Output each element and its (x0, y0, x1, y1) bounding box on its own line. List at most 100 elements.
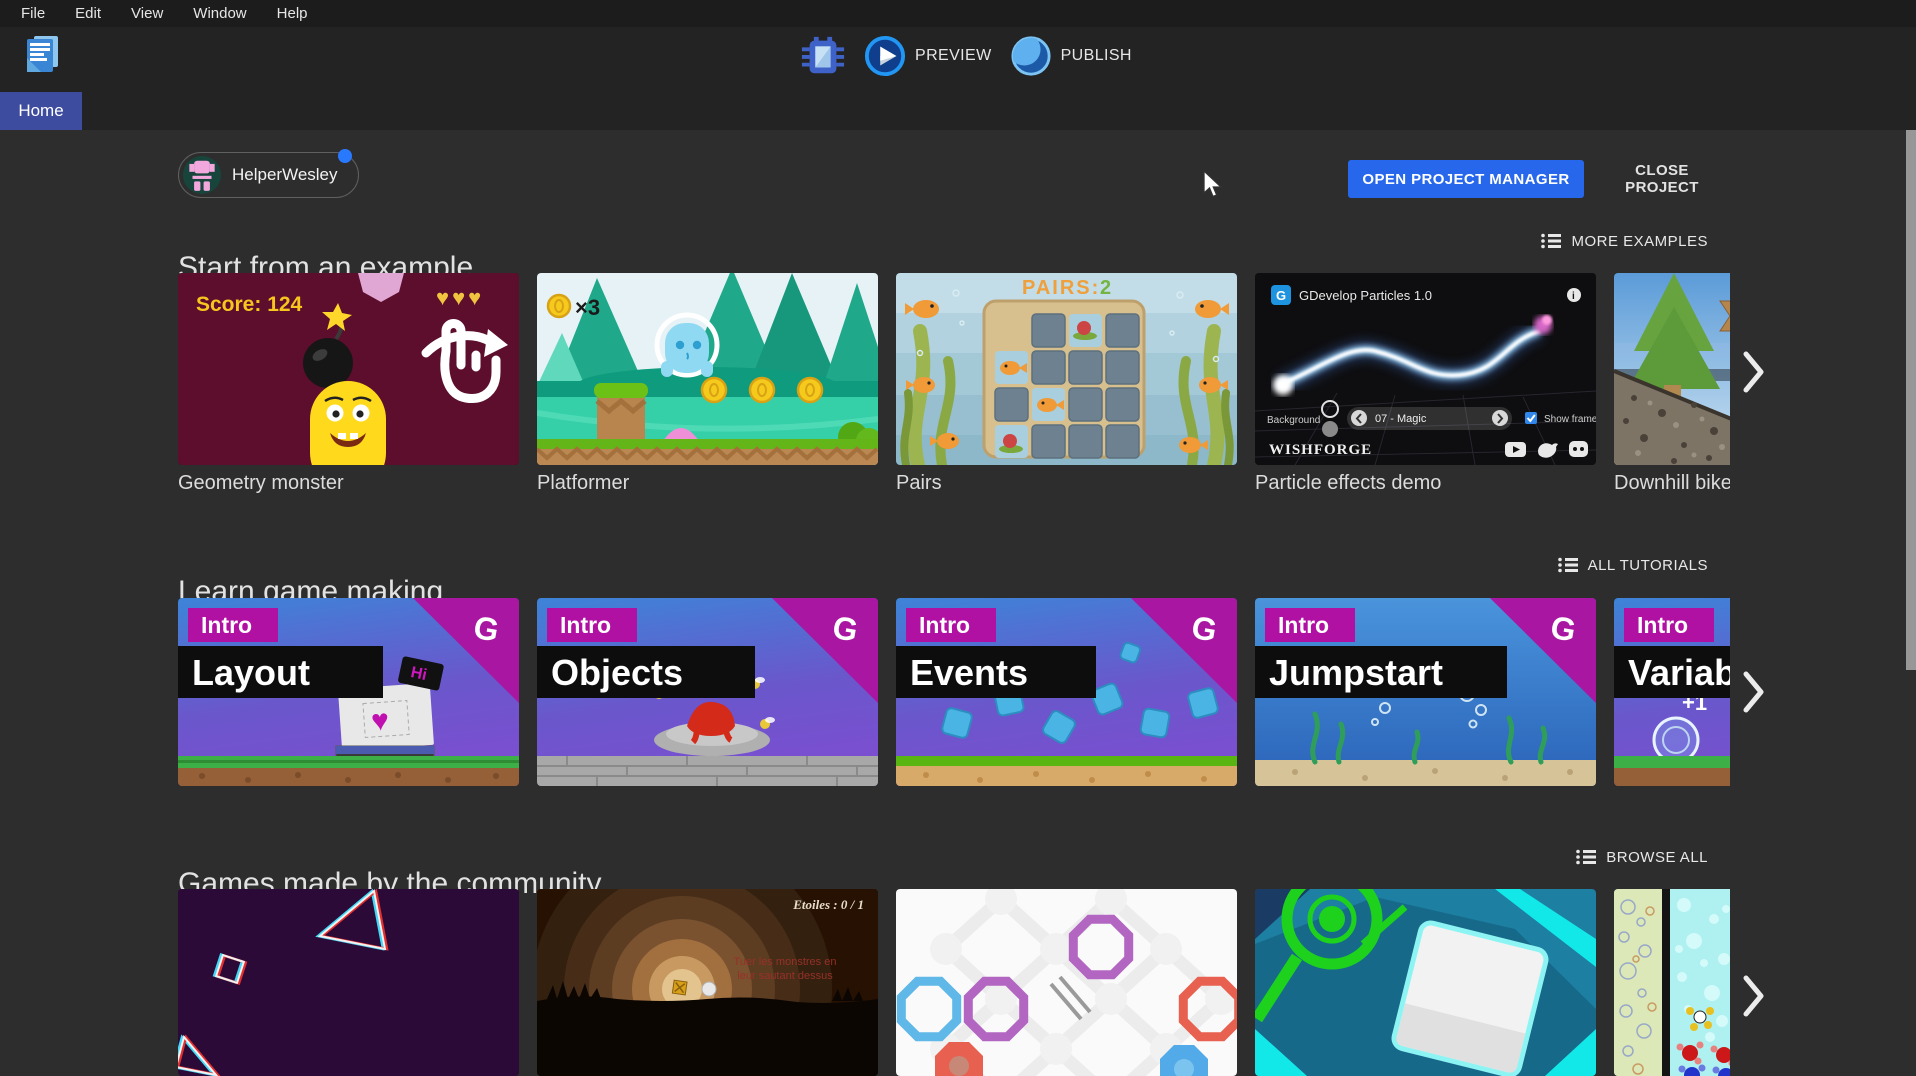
tutorial-card-events[interactable]: G Intro Events (896, 598, 1237, 786)
close-project-button[interactable]: CLOSE PROJECT (1592, 160, 1732, 198)
menu-item-file[interactable]: File (8, 3, 58, 24)
menu-item-view[interactable]: View (118, 3, 176, 24)
tutorial-variables-thumbnail: G +1 Intro Variables (1614, 598, 1730, 786)
debug-icon (800, 34, 846, 78)
open-project-manager-label: OPEN PROJECT MANAGER (1362, 171, 1569, 188)
community-card-4[interactable] (1255, 889, 1596, 1076)
example-card-platformer[interactable]: ×3 (537, 273, 878, 465)
community-game-2-thumbnail: Tuer les monstres en leur sautant dessus… (537, 889, 878, 1076)
example-card-particle-effects[interactable]: G GDevelop Particles 1.0 i Background 07… (1255, 273, 1596, 465)
community-game-4-thumbnail (1255, 889, 1596, 1076)
tutorials-row: G ♥ Hi Intro (0, 598, 1730, 786)
example-card-downhill-bike[interactable]: G (1614, 273, 1730, 465)
gdevelop-window: File Edit View Window Help (0, 0, 1916, 1076)
all-tutorials-label: ALL TUTORIALS (1588, 557, 1708, 574)
card-label: Particle effects demo (1255, 472, 1600, 495)
svg-text:Show frame: Show frame (1544, 414, 1596, 425)
menu-item-window[interactable]: Window (180, 3, 259, 24)
card-label: Pairs (896, 472, 1241, 495)
community-card-1[interactable] (178, 889, 519, 1076)
svg-text:Tuer les monstres en: Tuer les monstres en (734, 956, 837, 968)
open-project-manager-button[interactable]: OPEN PROJECT MANAGER (1348, 160, 1584, 198)
pairs-thumbnail: PAIRS: 2 (896, 273, 1237, 465)
svg-text:Etoiles : 0 / 1: Etoiles : 0 / 1 (792, 897, 864, 912)
svg-text:Variables: Variables (1628, 652, 1730, 693)
platformer-thumbnail: ×3 (537, 273, 878, 465)
community-game-1-thumbnail (178, 889, 519, 1076)
tutorial-card-jumpstart[interactable]: G Intro Jumpstart (1255, 598, 1596, 786)
play-icon (864, 35, 906, 77)
tutorial-jumpstart-thumbnail: G Intro Jumpstart (1255, 598, 1596, 786)
publish-label: PUBLISH (1061, 47, 1132, 65)
svg-text:♥: ♥ (370, 704, 390, 738)
vertical-scrollbar[interactable] (1906, 130, 1916, 670)
notification-dot (338, 149, 352, 163)
tab-home[interactable]: Home (0, 92, 82, 130)
card-label: Downhill bike (1614, 472, 1730, 495)
avatar (183, 156, 221, 194)
example-card-pairs[interactable]: PAIRS: 2 (896, 273, 1237, 465)
svg-text:♥♥♥: ♥♥♥ (436, 285, 484, 310)
preview-label: PREVIEW (915, 47, 992, 65)
tutorial-events-thumbnail: G Intro Events (896, 598, 1237, 786)
svg-text:Events: Events (910, 652, 1028, 693)
browse-all-label: BROWSE ALL (1606, 849, 1708, 866)
svg-text:Objects: Objects (551, 652, 683, 693)
svg-text:Score: 124: Score: 124 (196, 293, 303, 316)
svg-text:PAIRS:: PAIRS: (1022, 277, 1100, 299)
gdevelop-logo-icon[interactable] (22, 34, 62, 74)
svg-text:Background: Background (1267, 415, 1320, 426)
list-icon (1558, 557, 1578, 573)
more-examples-label: MORE EXAMPLES (1571, 233, 1708, 250)
svg-text:Intro: Intro (201, 612, 252, 638)
svg-text:WISHFORGE: WISHFORGE (1269, 442, 1372, 458)
tutorial-card-layout[interactable]: G ♥ Hi Intro (178, 598, 519, 786)
svg-text:i: i (1572, 291, 1575, 302)
close-project-label: CLOSE PROJECT (1598, 162, 1726, 196)
menu-bar: File Edit View Window Help (0, 0, 1916, 27)
more-examples-button[interactable]: MORE EXAMPLES (1535, 230, 1714, 252)
particle-effects-thumbnail: G GDevelop Particles 1.0 i Background 07… (1255, 273, 1596, 465)
examples-row: Score: 124 ♥♥♥ (0, 273, 1730, 510)
username: HelperWesley (232, 165, 338, 185)
publish-icon (1010, 35, 1052, 77)
geometry-monster-thumbnail: Score: 124 ♥♥♥ (178, 273, 519, 465)
all-tutorials-button[interactable]: ALL TUTORIALS (1552, 554, 1714, 576)
community-game-3-thumbnail (896, 889, 1237, 1076)
card-label: Platformer (537, 472, 882, 495)
list-icon (1541, 233, 1561, 249)
tutorial-layout-thumbnail: G ♥ Hi Intro (178, 598, 519, 786)
tutorial-card-variables[interactable]: G +1 Intro Variables (1614, 598, 1730, 786)
svg-text:Intro: Intro (919, 612, 970, 638)
toolbar-center: PREVIEW PUBLISH (800, 32, 1132, 80)
svg-text:Jumpstart: Jumpstart (1269, 652, 1443, 693)
tab-home-label: Home (18, 101, 63, 121)
example-card-geometry-monster[interactable]: Score: 124 ♥♥♥ (178, 273, 519, 465)
tutorial-card-objects[interactable]: G Intro Objects (537, 598, 878, 786)
community-card-3[interactable] (896, 889, 1237, 1076)
community-row: Tuer les monstres en leur sautant dessus… (0, 889, 1730, 1076)
list-icon (1576, 849, 1596, 865)
svg-text:GDevelop Particles 1.0: GDevelop Particles 1.0 (1299, 288, 1432, 303)
browse-all-button[interactable]: BROWSE ALL (1570, 846, 1714, 868)
publish-button[interactable]: PUBLISH (1010, 35, 1132, 77)
tutorials-next-button[interactable] (1742, 670, 1766, 714)
community-card-5[interactable] (1614, 889, 1730, 1076)
tutorial-objects-thumbnail: G Intro Objects (537, 598, 878, 786)
svg-text:G: G (1276, 288, 1286, 303)
community-next-button[interactable] (1742, 974, 1766, 1018)
debug-button[interactable] (800, 34, 846, 78)
preview-button[interactable]: PREVIEW (864, 35, 992, 77)
user-chip[interactable]: HelperWesley (178, 152, 359, 198)
mouse-cursor (1203, 170, 1225, 200)
svg-text:Intro: Intro (1637, 612, 1688, 638)
menu-item-edit[interactable]: Edit (62, 3, 114, 24)
examples-next-button[interactable] (1742, 350, 1766, 394)
menu-item-help[interactable]: Help (264, 3, 321, 24)
svg-text:Intro: Intro (1278, 612, 1329, 638)
community-game-5-thumbnail (1614, 889, 1730, 1076)
svg-text:2: 2 (1100, 277, 1111, 299)
svg-text:×3: ×3 (575, 295, 600, 320)
community-card-2[interactable]: Tuer les monstres en leur sautant dessus… (537, 889, 878, 1076)
downhill-bike-thumbnail: G (1614, 273, 1730, 465)
